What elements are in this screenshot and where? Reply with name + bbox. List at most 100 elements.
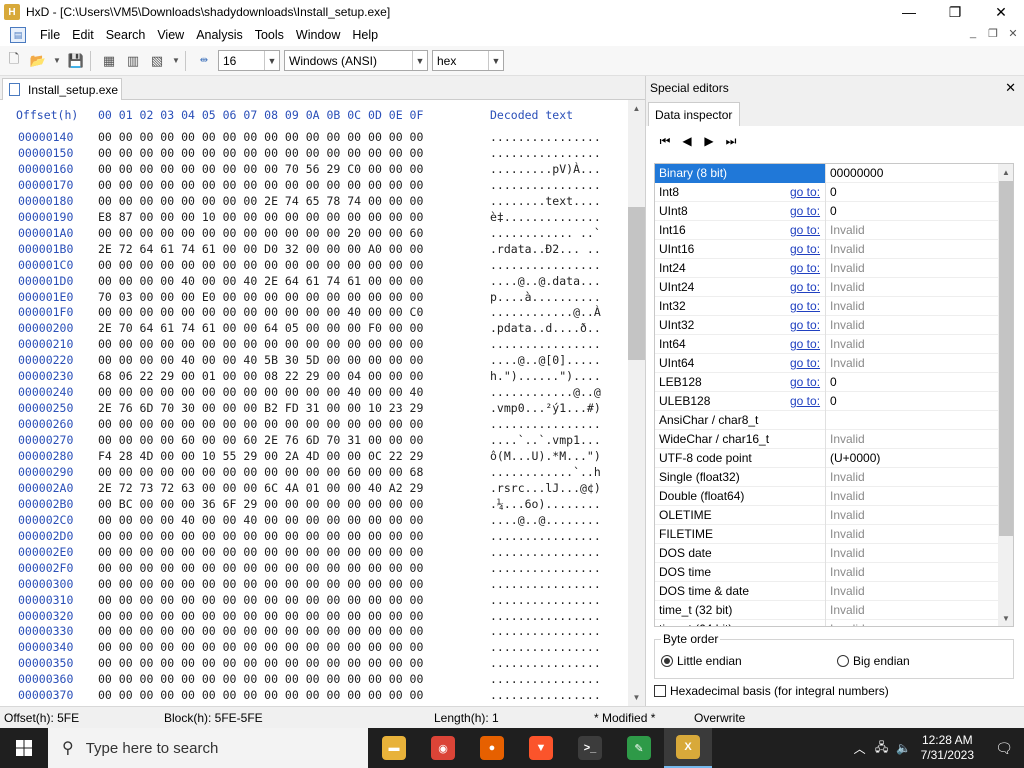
goto-link[interactable]: go to: [790,394,820,408]
row-decoded-text[interactable]: ................ [490,258,601,272]
inspector-row[interactable]: LEB128 go to: 0 [655,373,998,392]
hex-row[interactable]: 00000210 00 00 00 00 00 00 00 00 00 00 00… [0,337,628,353]
hxd-app-icon[interactable]: H [4,4,20,20]
new-file-icon[interactable]: 🗋 [4,51,24,71]
row-bytes[interactable]: 2E 76 6D 70 30 00 00 00 B2 FD 31 00 00 1… [98,401,423,415]
hex-row[interactable]: 00000230 68 06 22 29 00 01 00 00 08 22 29… [0,369,628,385]
row-bytes[interactable]: 00 00 00 00 00 00 00 00 00 00 00 00 00 0… [98,146,423,160]
row-bytes[interactable]: 00 BC 00 00 00 36 6F 29 00 00 00 00 00 0… [98,497,423,511]
row-decoded-text[interactable]: ....@..@........ [490,513,601,527]
hex-row[interactable]: 000002C0 00 00 00 00 40 00 00 40 00 00 00… [0,513,628,529]
first-icon[interactable]: ⏮ [658,134,672,148]
row-decoded-text[interactable]: ............@..@ [490,385,601,399]
inspector-row[interactable]: Int8 go to: 0 [655,183,998,202]
row-decoded-text[interactable]: ................ [490,624,601,638]
hex-row[interactable]: 00000370 00 00 00 00 00 00 00 00 00 00 00… [0,688,628,704]
row-decoded-text[interactable]: ................ [490,130,601,144]
hex-row[interactable]: 000002B0 00 BC 00 00 00 36 6F 29 00 00 00… [0,497,628,513]
inspector-row[interactable]: Int16 go to: Invalid [655,221,998,240]
menu-edit[interactable]: Edit [66,28,100,42]
taskbar-app-notepad[interactable]: ✎ [615,728,663,768]
row-bytes[interactable]: 00 00 00 00 00 00 00 00 00 00 00 00 40 0… [98,385,423,399]
inspector-row[interactable]: UInt24 go to: Invalid [655,278,998,297]
hex-row[interactable]: 00000300 00 00 00 00 00 00 00 00 00 00 00… [0,577,628,593]
inspector-row[interactable]: Int32 go to: Invalid [655,297,998,316]
row-decoded-text[interactable]: ................ [490,178,601,192]
hex-row[interactable]: 000002A0 2E 72 73 72 63 00 00 00 6C 4A 01… [0,481,628,497]
goto-link[interactable]: go to: [790,280,820,294]
row-bytes[interactable]: 00 00 00 00 00 00 00 00 00 00 00 00 40 0… [98,305,423,319]
row-bytes[interactable]: 00 00 00 00 00 00 00 00 00 70 56 29 C0 0… [98,162,423,176]
mdi-minimize-button[interactable]: _ [966,27,980,40]
last-icon[interactable]: ⏭ [724,134,738,148]
row-decoded-text[interactable]: ............ ..` [490,226,601,240]
ram-editor-icon[interactable]: ▦ [99,51,119,71]
bytes-per-row-select[interactable]: 16 ▼ [218,50,280,71]
scroll-up-icon[interactable]: ▲ [998,164,1013,180]
inspector-row[interactable]: time_t (32 bit) Invalid [655,601,998,620]
goto-link[interactable]: go to: [790,375,820,389]
row-bytes[interactable]: 00 00 00 00 60 00 00 60 2E 76 6D 70 31 0… [98,433,423,447]
disk-editor-icon[interactable]: ▥ [123,51,143,71]
menu-view[interactable]: View [151,28,190,42]
row-bytes[interactable]: 00 00 00 00 40 00 00 40 5B 30 5D 00 00 0… [98,353,423,367]
goto-link[interactable]: go to: [790,318,820,332]
menu-window[interactable]: Window [290,28,346,42]
inspector-value[interactable]: 0 [830,375,837,389]
inspector-value[interactable]: Invalid [830,546,865,560]
open-dropdown-icon[interactable]: ▼ [52,51,62,71]
row-decoded-text[interactable]: .vmp0...²ý1...#) [490,401,601,415]
row-bytes[interactable]: 2E 72 64 61 74 61 00 00 D0 32 00 00 00 A… [98,242,423,256]
hex-row[interactable]: 000001C0 00 00 00 00 00 00 00 00 00 00 00… [0,258,628,274]
row-bytes[interactable]: 00 00 00 00 40 00 00 40 00 00 00 00 00 0… [98,513,423,527]
hex-row[interactable]: 000002D0 00 00 00 00 00 00 00 00 00 00 00… [0,529,628,545]
row-bytes[interactable]: 00 00 00 00 00 00 00 00 00 00 00 00 00 0… [98,130,423,144]
charset-select[interactable]: Windows (ANSI) ▼ [284,50,428,71]
open-file-icon[interactable]: 📂 [28,51,48,71]
row-bytes[interactable]: 00 00 00 00 00 00 00 00 00 00 00 00 00 0… [98,258,423,272]
row-decoded-text[interactable]: ................ [490,577,601,591]
inspector-value[interactable]: Invalid [830,432,865,446]
inspector-row[interactable]: OLETIME Invalid [655,506,998,525]
row-decoded-text[interactable]: ............@..À [490,305,601,319]
row-decoded-text[interactable]: .¼...6o)........ [490,497,601,511]
hex-basis-checkbox[interactable]: Hexadecimal basis (for integral numbers) [654,684,889,698]
row-decoded-text[interactable]: ............`..h [490,465,601,479]
minimize-button[interactable]: — [886,0,932,24]
hex-row[interactable]: 000001D0 00 00 00 00 40 00 00 40 2E 64 61… [0,274,628,290]
hex-row[interactable]: 000001F0 00 00 00 00 00 00 00 00 00 00 00… [0,305,628,321]
row-decoded-text[interactable]: .........pV)À... [490,162,601,176]
close-button[interactable]: ✕ [978,0,1024,24]
row-decoded-text[interactable]: ................ [490,146,601,160]
save-icon[interactable]: 💾 [66,51,86,71]
row-bytes[interactable]: 00 00 00 00 00 00 00 00 00 00 00 00 00 0… [98,672,423,686]
big-endian-radio[interactable]: Big endian [837,654,910,668]
inspector-value[interactable]: 00000000 [830,166,883,180]
inspector-value[interactable]: Invalid [830,527,865,541]
menu-tools[interactable]: Tools [249,28,290,42]
hex-row[interactable]: 00000350 00 00 00 00 00 00 00 00 00 00 00… [0,656,628,672]
hex-row[interactable]: 000001E0 70 03 00 00 00 E0 00 00 00 00 00… [0,290,628,306]
hex-row[interactable]: 00000270 00 00 00 00 60 00 00 60 2E 76 6D… [0,433,628,449]
row-bytes[interactable]: 00 00 00 00 00 00 00 00 00 00 00 00 00 0… [98,545,423,559]
row-decoded-text[interactable]: ................ [490,656,601,670]
row-bytes[interactable]: 00 00 00 00 40 00 00 40 2E 64 61 74 61 0… [98,274,423,288]
inspector-value[interactable]: (U+0000) [830,451,880,465]
inspector-value[interactable]: 0 [830,204,837,218]
inspector-row[interactable]: AnsiChar / char8_t [655,411,998,430]
row-decoded-text[interactable]: ................ [490,672,601,686]
scroll-up-icon[interactable]: ▲ [628,100,645,117]
hex-row[interactable]: 00000200 2E 70 64 61 74 61 00 00 64 05 00… [0,321,628,337]
chevron-up-icon[interactable]: ︿ [849,740,871,757]
row-decoded-text[interactable]: .rdata..Ð2... .. [490,242,601,256]
hex-row[interactable]: 00000320 00 00 00 00 00 00 00 00 00 00 00… [0,609,628,625]
scroll-down-icon[interactable]: ▼ [998,610,1013,626]
inspector-value[interactable]: 0 [830,185,837,199]
tools-dropdown-icon[interactable]: ▼ [171,51,181,71]
inspector-row[interactable]: Int64 go to: Invalid [655,335,998,354]
row-decoded-text[interactable]: ................ [490,593,601,607]
scrollbar-thumb[interactable] [628,207,645,360]
hex-row[interactable]: 00000160 00 00 00 00 00 00 00 00 00 70 56… [0,162,628,178]
inspector-row[interactable]: Double (float64) Invalid [655,487,998,506]
inspector-row[interactable]: UInt16 go to: Invalid [655,240,998,259]
